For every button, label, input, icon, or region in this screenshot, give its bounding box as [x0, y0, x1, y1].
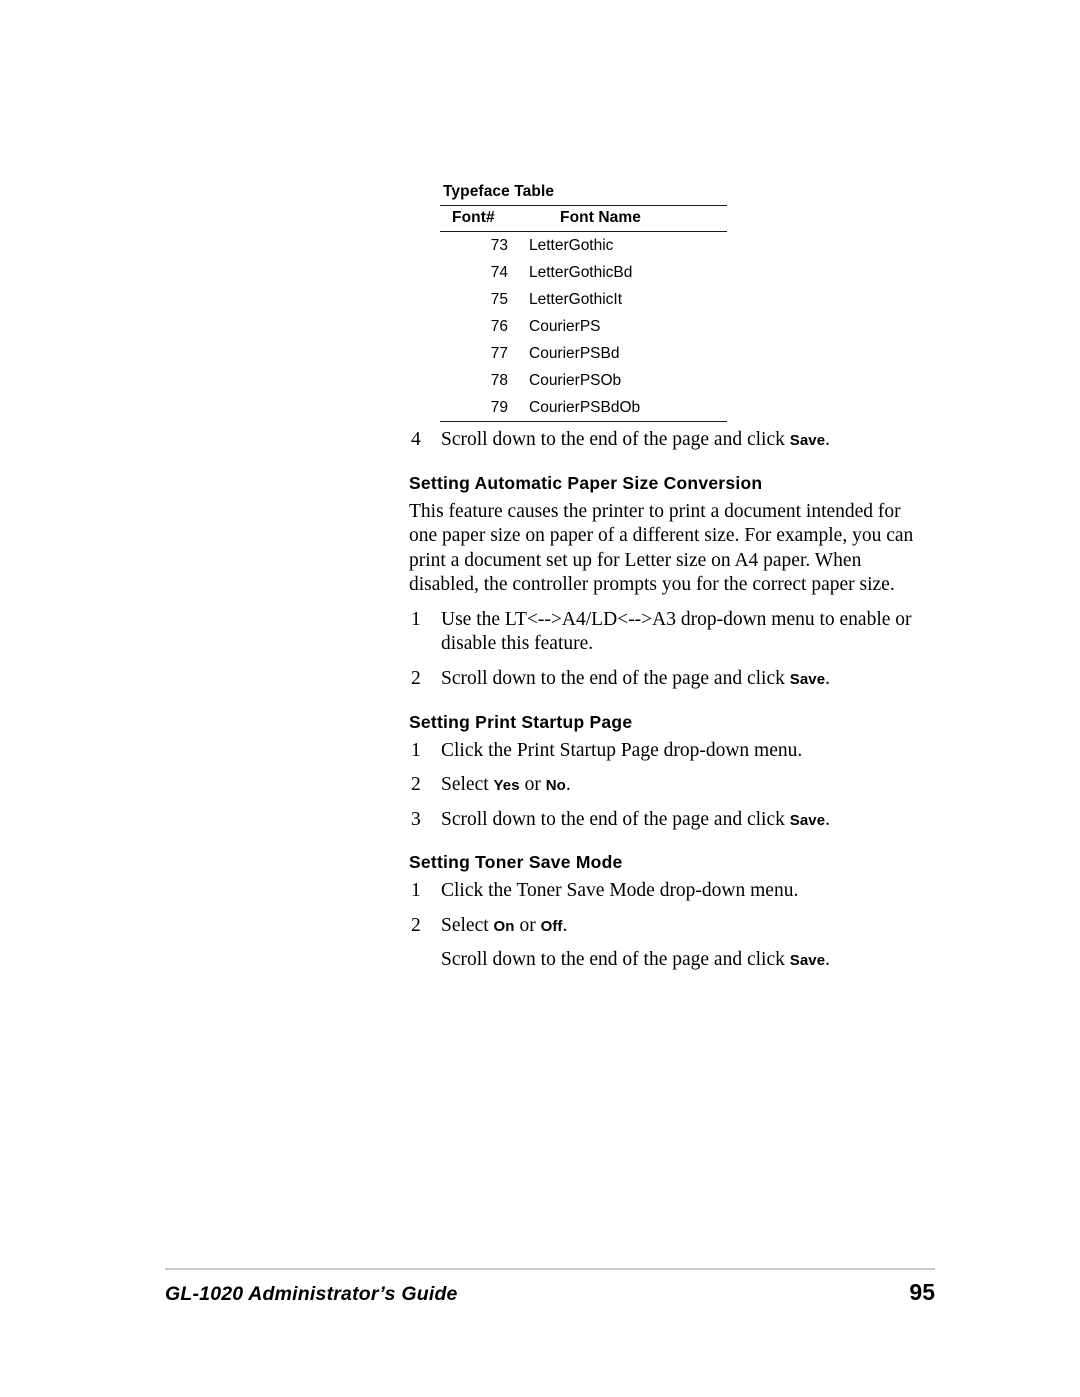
cell-font-number: 78 — [490, 371, 508, 389]
ui-label-save: Save — [789, 670, 826, 688]
list-item: Scroll down to the end of the page and c… — [409, 948, 919, 973]
list-item: 2 Select On or Off. — [409, 914, 919, 939]
step-text: Use the LT<-->A4/LD<-->A3 drop-down menu… — [441, 608, 912, 655]
step-text-tail: . — [825, 808, 831, 830]
section-heading-print-startup-page: Setting Print Startup Page — [409, 711, 633, 732]
step-text: Select — [441, 774, 494, 796]
step-text: Scroll down to the end of the page and c… — [441, 808, 790, 830]
section-heading-automatic-paper-size-conversion: Setting Automatic Paper Size Conversion — [409, 472, 763, 493]
step-number: 3 — [411, 808, 421, 830]
cell-font-number: 76 — [490, 317, 508, 335]
list-item: 1 Click the Print Startup Page drop-down … — [409, 739, 919, 764]
ui-label-save: Save — [789, 811, 826, 829]
cell-font-name: LetterGothic — [529, 236, 614, 254]
step-number: 1 — [411, 608, 421, 630]
table-row: 78 CourierPSOb — [440, 367, 727, 394]
cell-font-name: LetterGothicIt — [529, 290, 623, 308]
step-text-tail: . — [562, 914, 568, 936]
step-text-tail: . — [825, 429, 831, 450]
list-item: 1 Click the Toner Save Mode drop-down men… — [409, 879, 919, 904]
typeface-table-head: Font# Font Name — [440, 205, 727, 232]
footer-page-number: 95 — [909, 1279, 935, 1305]
table-row: 77 CourierPSBd — [440, 340, 727, 367]
section-paragraph: This feature causes the printer to print… — [409, 500, 914, 596]
table-row: 76 CourierPS — [440, 313, 727, 340]
table-row: 73 LetterGothic — [440, 232, 727, 260]
list-item: 4 Scroll down to the end of the page and … — [409, 428, 919, 453]
step-text-mid: or — [519, 774, 546, 796]
list-item: 3 Scroll down to the end of the page and … — [409, 808, 919, 833]
step-list-automatic-paper-size-conversion: 1 Use the LT<-->A4/LD<-->A3 drop-down men… — [409, 608, 919, 692]
footer-divider — [165, 1268, 935, 1270]
step-text-tail: . — [825, 667, 831, 689]
step-text: Scroll down to the end of the page and c… — [441, 429, 790, 450]
ui-label-yes: Yes — [493, 777, 520, 795]
step-text: Scroll down to the end of the page and c… — [441, 949, 790, 971]
step-text-tail: . — [825, 949, 831, 971]
footer-row: GL-1020 Administrator’s Guide 95 — [165, 1279, 935, 1306]
cell-font-number: 75 — [490, 290, 508, 308]
table-header-row: Font# Font Name — [440, 205, 727, 232]
column-header-font-number: Font# — [452, 209, 495, 227]
list-item: 2 Select Yes or No. — [409, 773, 919, 798]
step-list-continued: 4 Scroll down to the end of the page and … — [409, 428, 919, 453]
step-number: 4 — [411, 429, 421, 450]
cell-font-name: CourierPSBd — [529, 344, 620, 362]
section-heading-toner-save-mode: Setting Toner Save Mode — [409, 852, 623, 873]
document-body: 4 Scroll down to the end of the page and … — [409, 428, 919, 983]
cell-font-number: 77 — [490, 344, 508, 362]
ui-label-no: No — [545, 777, 566, 795]
step-number: 1 — [411, 739, 421, 761]
cell-font-number: 74 — [490, 263, 508, 281]
step-number: 2 — [411, 914, 421, 936]
step-text: Select — [441, 914, 494, 936]
document-page: Typeface Table Font# Font Name 73 Letter… — [0, 0, 1080, 1397]
step-number: 2 — [411, 667, 421, 689]
ui-label-off: Off — [540, 917, 563, 935]
typeface-table-body: 73 LetterGothic 74 LetterGothicBd 75 Let… — [440, 232, 727, 422]
cell-font-name: LetterGothicBd — [529, 263, 633, 281]
footer-document-title: GL-1020 Administrator’s Guide — [165, 1283, 458, 1305]
page-footer: GL-1020 Administrator’s Guide 95 — [165, 1268, 935, 1306]
step-number: 2 — [411, 774, 421, 796]
cell-font-number: 79 — [490, 398, 508, 416]
ui-label-save: Save — [789, 952, 826, 970]
cell-font-name: CourierPSOb — [529, 371, 622, 389]
step-text: Click the Toner Save Mode drop-down menu… — [441, 880, 799, 902]
step-number: 1 — [411, 880, 421, 902]
typeface-table: Font# Font Name 73 LetterGothic 74 Lette… — [440, 205, 727, 422]
list-item: 2 Scroll down to the end of the page and … — [409, 667, 919, 692]
step-text-tail: . — [565, 774, 571, 796]
cell-font-name: CourierPS — [529, 317, 601, 335]
list-item: 1 Use the LT<-->A4/LD<-->A3 drop-down men… — [409, 608, 919, 657]
step-list-print-startup-page: 1 Click the Print Startup Page drop-down … — [409, 739, 919, 833]
table-row: 75 LetterGothicIt — [440, 286, 727, 313]
step-list-toner-save-mode: 1 Click the Toner Save Mode drop-down men… — [409, 879, 919, 973]
typeface-table-caption: Typeface Table — [443, 183, 555, 200]
typeface-table-block: Typeface Table Font# Font Name 73 Letter… — [440, 182, 727, 422]
step-text: Click the Print Startup Page drop-down m… — [441, 739, 803, 761]
ui-label-on: On — [493, 917, 515, 935]
table-row: 79 CourierPSBdOb — [440, 394, 727, 422]
step-text-mid: or — [514, 914, 541, 936]
cell-font-number: 73 — [490, 236, 508, 254]
cell-font-name: CourierPSBdOb — [529, 398, 641, 416]
table-row: 74 LetterGothicBd — [440, 259, 727, 286]
ui-label-save: Save — [789, 432, 826, 449]
column-header-font-name: Font Name — [560, 209, 641, 227]
step-text: Scroll down to the end of the page and c… — [441, 667, 790, 689]
